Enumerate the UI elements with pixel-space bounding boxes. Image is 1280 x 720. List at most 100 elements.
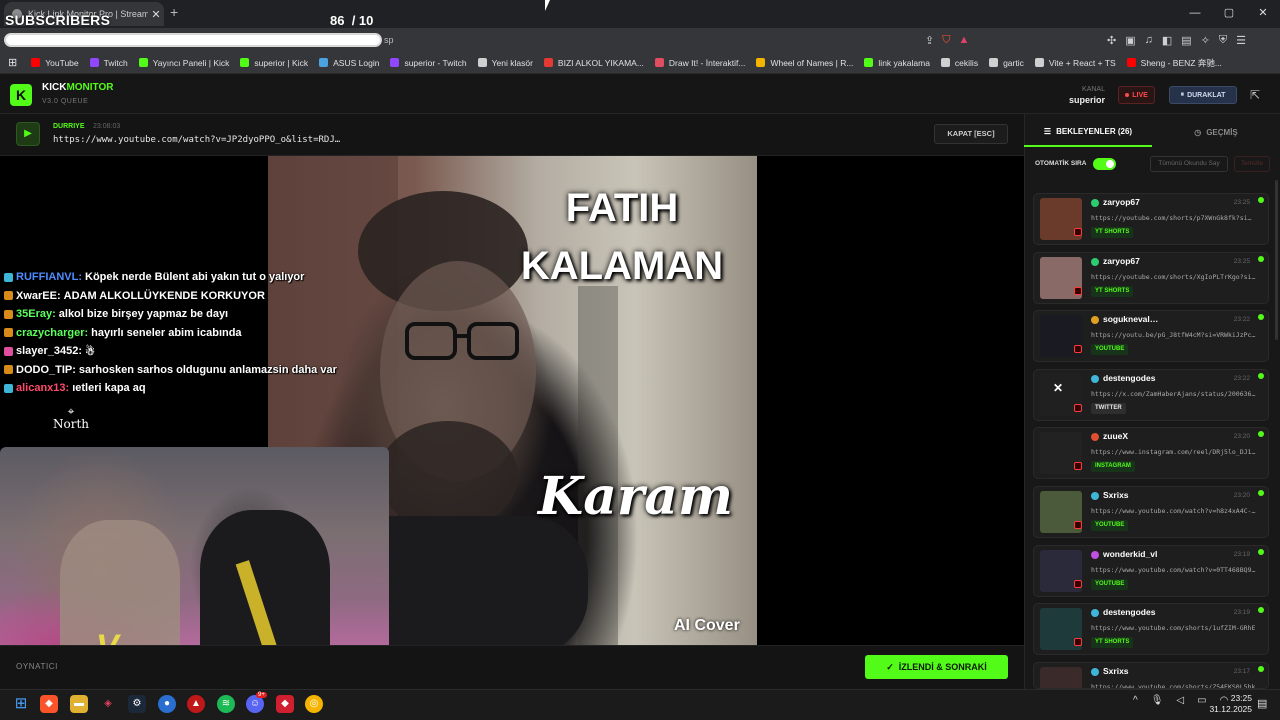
toolbar-icons: ✣ ▣ ♫ ◧ ▤ ✧ ⛨ ☰ xyxy=(1107,30,1246,50)
anydesk-icon[interactable]: ◆ xyxy=(276,695,294,713)
extensions-icon[interactable]: ✣ xyxy=(1107,34,1116,47)
bookmark-item[interactable]: gartic xyxy=(989,58,1024,68)
bookmark-item[interactable]: Twitch xyxy=(89,58,128,68)
bookmark-item[interactable]: ASUS Login xyxy=(319,58,379,68)
queue-thumbnail xyxy=(1040,667,1082,688)
brave-icon[interactable]: ◆ xyxy=(40,695,58,713)
close-player-button[interactable]: KAPAT [ESC] xyxy=(934,124,1008,144)
queue-item[interactable]: zaryop67 23:25 https://youtube.com/shorts/… xyxy=(1033,193,1269,245)
chat-badge-icon xyxy=(4,383,13,393)
queue-url[interactable]: https://x.com/ZamHaberAjans/status/20063… xyxy=(1091,390,1263,398)
queue-url[interactable]: https://www.youtube.com/watch?v=h8z4xA4C… xyxy=(1091,507,1263,515)
queue-item[interactable]: destengodes 23:19 https://www.youtube.com/… xyxy=(1033,603,1269,655)
media-icon[interactable]: ♫ xyxy=(1145,34,1153,46)
spotify-icon[interactable]: ≋ xyxy=(217,695,235,713)
platform-icon xyxy=(1074,462,1082,470)
chevron-up-icon[interactable]: ^ xyxy=(1133,695,1138,706)
platform-icon xyxy=(1074,345,1082,353)
bookmark-item[interactable]: Sheng - BENZ 奔驰... xyxy=(1126,57,1222,69)
live-button[interactable]: LIVE xyxy=(1118,86,1155,104)
user-avatar-icon xyxy=(1091,375,1099,383)
bookmark-item[interactable]: Vite + React + TS xyxy=(1034,58,1116,68)
platform-icon xyxy=(1074,638,1082,646)
bookmark-item[interactable]: Draw It! - İnteraktif... xyxy=(654,58,745,68)
leo-icon[interactable]: ✧ xyxy=(1201,34,1210,47)
brave-shield-icon[interactable]: ⛉ xyxy=(942,34,950,47)
queue-item[interactable]: sogukneval… 23:22 https://youtu.be/pG_J8tf… xyxy=(1033,310,1269,362)
mark-all-read-button[interactable]: Tümünü Okundu Say xyxy=(1150,156,1228,172)
queue-item[interactable]: Sxrixs 23:20 https://www.youtube.com/watch… xyxy=(1033,486,1269,538)
queue-item[interactable]: zaryop67 23:25 https://youtube.com/shorts/… xyxy=(1033,252,1269,304)
valorant-icon[interactable]: ◈ xyxy=(99,695,117,713)
screenshot-icon[interactable]: ▣ xyxy=(1125,34,1135,47)
close-window-button[interactable]: ✕ xyxy=(1246,0,1280,28)
bookmark-item[interactable]: Wheel of Names | R... xyxy=(756,58,853,68)
browser-app-icon[interactable]: ● xyxy=(158,695,176,713)
queue-item[interactable]: destengodes 23:22 https://x.com/ZamHaberAj… xyxy=(1033,369,1269,421)
mic-icon[interactable]: 🎙︎ xyxy=(1151,695,1164,706)
chrome-icon[interactable]: ◎ xyxy=(305,695,323,713)
queue-item[interactable]: wonderkid_vl 23:19 https://www.youtube.com… xyxy=(1033,545,1269,597)
queue-scrollbar[interactable] xyxy=(1275,180,1278,340)
bookmark-item[interactable]: cekilis xyxy=(940,58,978,68)
wallet-icon[interactable]: ▤ xyxy=(1181,34,1191,47)
pause-button[interactable]: ⏸ DURAKLAT xyxy=(1169,86,1237,104)
queue-item[interactable]: zuueX 23:20 https://www.instagram.com/reel… xyxy=(1033,427,1269,479)
queue-url[interactable]: https://youtube.com/shorts/p7XWnGk8fk?si… xyxy=(1091,214,1263,222)
queue-url[interactable]: https://youtu.be/pG_J8tfW4cM?si=VRWkiJzP… xyxy=(1091,331,1263,339)
url-input[interactable] xyxy=(4,33,382,47)
bookmark-item[interactable]: superior - Twitch xyxy=(390,58,467,68)
sidebar-icon[interactable]: ◧ xyxy=(1162,34,1172,47)
clock-icon: ◷ xyxy=(1194,127,1202,137)
queue-time: 23:20 xyxy=(1233,492,1250,499)
vpn-icon[interactable]: ⛨ xyxy=(1219,34,1227,47)
external-link-icon[interactable]: ⇱ xyxy=(1250,88,1260,102)
tab-history[interactable]: ◷ GEÇMİŞ xyxy=(1152,117,1280,147)
bookmark-item[interactable]: YouTube xyxy=(31,58,79,68)
display-icon[interactable]: ▭ xyxy=(1197,695,1206,706)
channel-value: superior xyxy=(1068,95,1105,105)
queue-url[interactable]: https://www.youtube.com/watch?v=0TT468BQ… xyxy=(1091,566,1263,574)
speaker-icon[interactable]: ◁ xyxy=(1176,695,1184,706)
minimize-button[interactable]: — xyxy=(1178,0,1212,28)
queue-url[interactable]: https://www.instagram.com/reel/DRj5lo_DJ… xyxy=(1091,448,1263,456)
queue-url[interactable]: https://youtube.com/shorts/XgIoPLTrKgo?s… xyxy=(1091,273,1263,281)
glasses-shape xyxy=(405,322,519,360)
taskbar-clock[interactable]: 23:25 31.12.2025 xyxy=(1208,693,1252,715)
bookmark-favicon-icon xyxy=(138,58,148,67)
file-explorer-icon[interactable]: ▬ xyxy=(70,695,88,713)
watched-next-button[interactable]: ✓ İZLENDİ & SONRAKİ xyxy=(865,655,1008,679)
bookmark-item[interactable]: Yayıncı Paneli | Kick xyxy=(138,58,229,68)
new-tab-button[interactable]: + xyxy=(170,4,178,20)
chat-badge-icon xyxy=(4,346,13,356)
platform-icon xyxy=(1074,404,1082,412)
riot-icon[interactable]: ▲ xyxy=(187,695,205,713)
bookmark-item[interactable]: BIZI ALKOL YIKAMA... xyxy=(543,58,644,68)
queue-item[interactable]: Sxrixs 23:17 https://www.youtube.com/short… xyxy=(1033,662,1269,689)
platform-icon xyxy=(1074,287,1082,295)
windows-start-icon[interactable]: ⊞ xyxy=(12,695,30,713)
queue-url[interactable]: https://www.youtube.com/shorts/1ufZIM-GR… xyxy=(1091,624,1263,632)
bookmark-favicon-icon xyxy=(319,58,329,67)
chat-badge-icon xyxy=(4,328,13,338)
clear-button[interactable]: Temizle xyxy=(1234,156,1270,172)
notification-icon[interactable]: ▤ xyxy=(1257,697,1267,710)
chat-text: ıetleri kapa aq xyxy=(72,382,146,395)
tab-queue[interactable]: ☰ BEKLEYENLER (26) xyxy=(1024,117,1152,147)
auto-queue-toggle[interactable] xyxy=(1093,158,1116,170)
rewards-icon[interactable]: ▲ xyxy=(958,34,969,46)
menu-icon[interactable]: ☰ xyxy=(1236,34,1246,47)
steam-icon[interactable]: ⚙ xyxy=(128,695,146,713)
apps-icon[interactable]: ⊞ xyxy=(8,56,17,69)
user-avatar-icon xyxy=(1091,316,1099,324)
now-playing-url[interactable]: https://www.youtube.com/watch?v=JP2dyoPP… xyxy=(53,135,340,145)
share-icon[interactable]: ⇪ xyxy=(925,34,934,47)
bookmarks-bar: ⊞ YouTube Twitch Yayıncı Paneli | Kick supe… xyxy=(0,52,1280,74)
maximize-button[interactable]: ▢ xyxy=(1212,0,1246,28)
bookmark-item[interactable]: link yakalama xyxy=(864,58,930,68)
pause-icon: ⏸ xyxy=(1180,91,1185,98)
bookmark-item[interactable]: superior | Kick xyxy=(240,58,308,68)
chat-text: Köpek nerde Bülent abi yakın tut o yalıy… xyxy=(85,271,305,284)
bookmark-item[interactable]: Yeni klasör xyxy=(477,58,533,68)
close-tab-icon[interactable]: ✕ xyxy=(148,8,164,21)
